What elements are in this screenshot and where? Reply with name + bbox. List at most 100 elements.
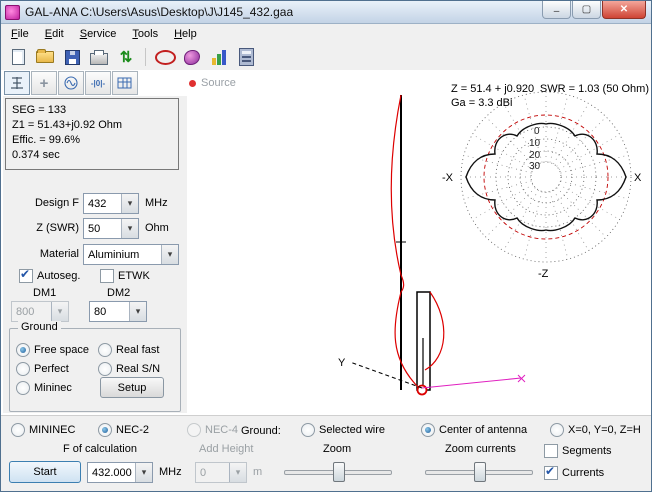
radio-label: MININEC (29, 424, 75, 436)
radio-real-sn[interactable]: Real S/N (98, 362, 160, 376)
tab-add-element[interactable] (31, 71, 57, 95)
zoom-currents-slider[interactable] (425, 461, 533, 481)
etwk-label: ETWK (118, 270, 150, 282)
radio-selected-wire[interactable]: Selected wire (301, 423, 385, 437)
radio-real-fast[interactable]: Real fast (98, 343, 159, 357)
chevron-down-icon[interactable] (121, 219, 138, 238)
design-f-combo[interactable]: 432 (83, 193, 139, 214)
maximize-button[interactable] (572, 1, 601, 19)
ground-groupbox: Ground Free space Real fast Perfect Real… (9, 328, 181, 412)
pattern-button[interactable] (180, 46, 204, 68)
radio-label: Selected wire (319, 424, 385, 436)
radio-perfect[interactable]: Perfect (16, 362, 69, 376)
new-file-icon (12, 49, 25, 65)
radio-nec2-engine[interactable]: NEC-2 (98, 423, 149, 437)
checkbox (100, 269, 114, 283)
open-file-button[interactable] (33, 46, 57, 68)
currents-checkbox[interactable]: Currents (544, 466, 604, 480)
radio (187, 423, 201, 437)
z-swr-unit: Ohm (145, 222, 169, 234)
chevron-down-icon[interactable] (135, 463, 152, 482)
frequency-unit: MHz (159, 466, 182, 478)
start-button[interactable]: Start (9, 461, 81, 483)
z-swr-combo[interactable]: 50 (83, 218, 139, 239)
z-swr-value: 50 (84, 223, 121, 235)
radio-center-of-antenna[interactable]: Center of antenna (421, 423, 527, 437)
bottom-panel: MININEC NEC-2 NEC-4 Ground: Selected wir… (1, 415, 651, 492)
calculator-icon (239, 48, 254, 66)
left-panel: SEG = 133 Z1 = 51.43+j0.92 Ohm Effic. = … (3, 96, 187, 413)
zoom-currents-label: Zoom currents (445, 443, 516, 455)
new-file-button[interactable] (6, 46, 30, 68)
slider-thumb[interactable] (474, 462, 486, 482)
tab-geometry[interactable] (4, 71, 30, 95)
main-content: 0 10 20 30 -X X -Z Z = 51.4 + j0.920 SWR… (1, 70, 651, 415)
radio-xyz[interactable]: X=0, Y=0, Z=H (550, 423, 641, 437)
y-axis (350, 362, 422, 388)
ring-label: 30 (529, 161, 541, 172)
titlebar[interactable]: GAL-ANA C:\Users\Asus\Desktop\J\J145_432… (1, 1, 651, 24)
chart-button[interactable] (207, 46, 231, 68)
antenna-geometry-icon (9, 75, 25, 91)
save-icon (65, 50, 80, 65)
menu-help[interactable]: Help (166, 25, 205, 43)
tab-waveform[interactable] (58, 71, 84, 95)
dm2-combo[interactable]: 80 (89, 301, 147, 322)
menu-file[interactable]: File (3, 25, 37, 43)
menubar: File Edit Service Tools Help (1, 24, 651, 44)
height-combo[interactable]: 0 (195, 462, 247, 483)
radio-free-space[interactable]: Free space (16, 343, 89, 357)
refresh-button[interactable] (114, 46, 138, 68)
radio-nec4-engine[interactable]: NEC-4 (187, 423, 238, 437)
chevron-down-icon[interactable] (229, 463, 246, 482)
radio (16, 381, 30, 395)
currents-label: Currents (562, 467, 604, 479)
radio (301, 423, 315, 437)
slider-thumb[interactable] (333, 462, 345, 482)
print-button[interactable] (87, 46, 111, 68)
zoom-slider[interactable] (284, 461, 392, 481)
chevron-down-icon[interactable] (51, 302, 68, 321)
x-axis (422, 378, 521, 388)
dm1-combo[interactable]: 800 (11, 301, 69, 322)
radio-mininec-ground[interactable]: Mininec (16, 381, 72, 395)
menu-service[interactable]: Service (72, 25, 125, 43)
smith-chart-button[interactable] (153, 46, 177, 68)
setup-button[interactable]: Setup (100, 377, 164, 398)
calculator-button[interactable] (234, 46, 258, 68)
ring-label: 0 (534, 126, 540, 137)
app-window: GAL-ANA C:\Users\Asus\Desktop\J\J145_432… (0, 0, 652, 492)
radio-label: Real S/N (116, 363, 160, 375)
time-readout: 0.374 sec (12, 148, 172, 163)
segments-label: Segments (562, 445, 612, 457)
frequency-combo[interactable]: 432.000 (87, 462, 153, 483)
axis-label-minus-x: -X (442, 172, 454, 184)
radio (550, 423, 564, 437)
close-button[interactable] (602, 1, 646, 19)
save-button[interactable] (60, 46, 84, 68)
efficiency-readout: Effic. = 99.6% (12, 133, 172, 148)
autoseg-checkbox[interactable]: Autoseg. (19, 269, 80, 283)
chevron-down-icon[interactable] (161, 245, 178, 264)
chevron-down-icon[interactable] (121, 194, 138, 213)
menu-tools[interactable]: Tools (124, 25, 166, 43)
axis-label-minus-z: -Z (538, 268, 549, 280)
gain-readout: Ga = 3.3 dBi (451, 97, 512, 109)
radio-mininec-engine[interactable]: MININEC (11, 423, 75, 437)
radio (421, 423, 435, 437)
window-title: GAL-ANA C:\Users\Asus\Desktop\J\J145_432… (25, 5, 293, 19)
etwk-checkbox[interactable]: ETWK (100, 269, 150, 283)
tab-filter[interactable] (85, 71, 111, 95)
material-combo[interactable]: Aluminium (83, 244, 179, 265)
current-curve (425, 292, 444, 370)
dm1-label: DM1 (33, 287, 56, 299)
segments-checkbox[interactable]: Segments (544, 444, 612, 458)
chevron-down-icon[interactable] (129, 302, 146, 321)
minimize-button[interactable] (542, 1, 571, 19)
frequency-value: 432.000 (88, 467, 135, 479)
menu-edit[interactable]: Edit (37, 25, 72, 43)
radio-label: Real fast (116, 344, 159, 356)
tab-segments-table[interactable] (112, 71, 138, 95)
seg-readout: SEG = 133 (12, 103, 172, 118)
radio-label: NEC-2 (116, 424, 149, 436)
